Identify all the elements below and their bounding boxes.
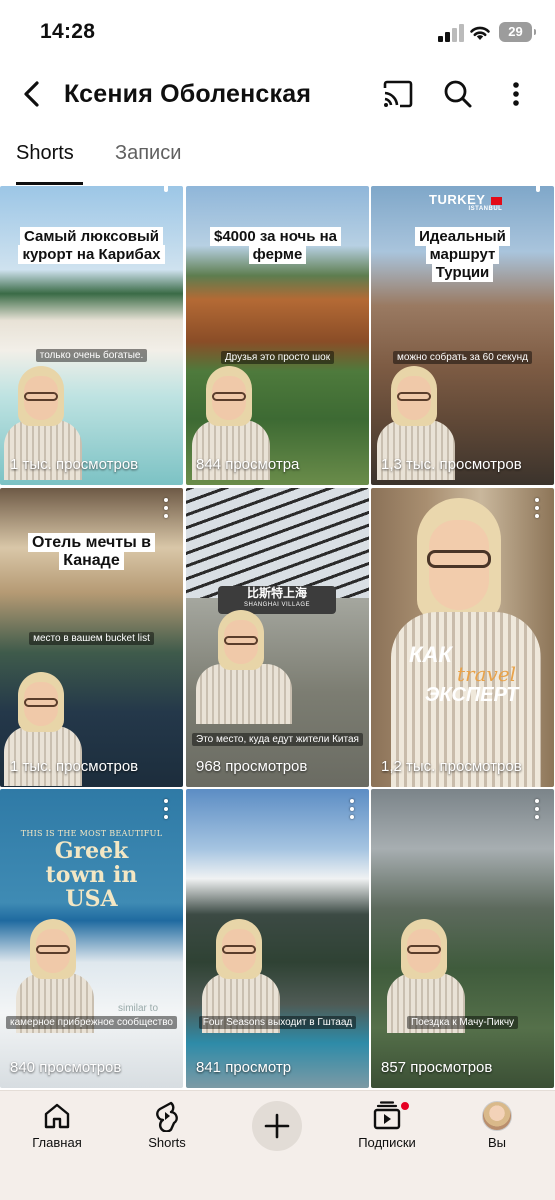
nav-home[interactable]: Главная	[12, 1099, 102, 1159]
overlay-text-kak: КАК	[409, 642, 452, 667]
avatar	[482, 1101, 512, 1131]
short-menu-button[interactable]	[164, 186, 168, 192]
short-card[interactable]: Отель мечты в Канаде место в вашем bucke…	[0, 488, 183, 787]
view-count: 1,3 тыс. просмотров	[381, 456, 522, 473]
notification-dot	[400, 1101, 410, 1111]
short-menu-button[interactable]	[343, 799, 361, 819]
nav-label: Вы	[487, 1135, 506, 1150]
cast-icon	[383, 80, 413, 108]
short-card[interactable]: 比斯特上海 SHANGHAI VILLAGE Это место, куда е…	[186, 488, 369, 787]
more-vertical-icon	[513, 82, 519, 106]
short-subtitle: можно собрать за 60 секунд	[371, 351, 554, 364]
greek-kicker: THIS IS THE MOST BEAUTIFUL	[20, 829, 163, 838]
view-count: 968 просмотров	[196, 758, 308, 775]
view-count: 857 просмотров	[381, 1059, 493, 1076]
back-button[interactable]	[14, 76, 50, 112]
add-icon	[264, 1113, 290, 1139]
view-count: 1 тыс. просмотров	[10, 456, 139, 473]
tab-shorts[interactable]: Shorts	[16, 142, 74, 165]
short-title: Идеальный маршрут Турции	[399, 227, 526, 282]
subscriptions-icon	[373, 1101, 401, 1130]
faint-overlay-text: similar to	[118, 1003, 159, 1014]
presenter-image	[16, 919, 108, 1033]
more-options-button[interactable]	[498, 76, 534, 112]
nav-shorts[interactable]: Shorts	[122, 1099, 212, 1159]
short-menu-button[interactable]	[528, 799, 546, 819]
search-button[interactable]	[440, 76, 476, 112]
short-card[interactable]: THIS IS THE MOST BEAUTIFUL Greek town in…	[0, 789, 183, 1088]
nav-you[interactable]: Вы	[452, 1099, 542, 1159]
create-button[interactable]	[252, 1101, 302, 1151]
view-count: 840 просмотров	[10, 1059, 122, 1076]
overlay-text-expert: ЭКСПЕРТ	[425, 684, 519, 706]
tab-posts[interactable]: Записи	[115, 142, 181, 165]
nav-label: Подписки	[358, 1135, 416, 1150]
presenter-image	[202, 919, 294, 1033]
view-count: 1 тыс. просмотров	[10, 758, 139, 775]
status-time: 14:28	[40, 20, 96, 43]
short-subtitle: только очень богатые.	[0, 349, 183, 362]
cellular-signal-icon	[438, 24, 464, 42]
short-title: Самый люксовый курорт на Карибах	[0, 227, 183, 264]
short-title: $4000 за ночь на ферме	[186, 227, 369, 264]
wifi-icon	[470, 26, 490, 40]
view-count: 841 просмотр	[196, 1059, 292, 1076]
short-menu-button[interactable]	[157, 799, 175, 819]
turkey-flag-icon	[491, 196, 503, 205]
shorts-icon	[156, 1101, 178, 1132]
view-count: 1,2 тыс. просмотров	[381, 758, 522, 775]
turkey-badge: TURKEY ISTANBUL	[429, 192, 503, 212]
short-card[interactable]: $4000 за ночь на ферме Друзья это просто…	[186, 186, 369, 485]
greek-headline: Greek town in USA	[45, 838, 138, 912]
short-card[interactable]: КАК travel ЭКСПЕРТ 1,2 тыс. просмотров	[371, 488, 554, 787]
short-card[interactable]: Самый люксовый курорт на Карибах только …	[0, 186, 183, 485]
short-subtitle: камерное прибрежное сообщество	[0, 1016, 183, 1029]
short-menu-button[interactable]	[157, 498, 175, 518]
channel-title: Ксения Оболенская	[64, 80, 312, 108]
nav-subscriptions[interactable]: Подписки	[342, 1099, 432, 1159]
bottom-navigation: Главная Shorts Подписки Вы	[0, 1090, 555, 1200]
short-menu-button[interactable]	[536, 186, 540, 192]
short-subtitle: Four Seasons выходит в Гштаад	[186, 1016, 369, 1029]
channel-header: Ксения Оболенская	[0, 62, 555, 128]
presenter-image	[387, 919, 479, 1033]
view-count: 844 просмотра	[196, 456, 300, 473]
channel-tabs: Shorts Записи	[0, 128, 555, 186]
back-arrow-icon	[24, 81, 39, 107]
short-subtitle: Друзья это просто шок	[186, 351, 369, 364]
short-card[interactable]: TURKEY ISTANBUL Идеальный маршрут Турции…	[371, 186, 554, 485]
short-card[interactable]: Four Seasons выходит в Гштаад 841 просмо…	[186, 789, 369, 1088]
short-card[interactable]: Поездка к Мачу-Пикчу 857 просмотров	[371, 789, 554, 1088]
short-subtitle: место в вашем bucket list	[0, 632, 183, 645]
cast-button[interactable]	[380, 76, 416, 112]
presenter-image	[196, 610, 296, 724]
nav-label: Главная	[32, 1135, 82, 1150]
nav-label: Shorts	[148, 1135, 186, 1150]
home-icon	[44, 1103, 70, 1129]
status-bar: 14:28 29	[0, 0, 555, 62]
short-subtitle: Поездка к Мачу-Пикчу	[371, 1016, 554, 1029]
active-tab-indicator	[16, 182, 83, 185]
short-subtitle: Это место, куда едут жители Китая	[186, 733, 369, 746]
overlay-text-travel: travel	[457, 662, 517, 686]
short-title: Отель мечты в Канаде	[14, 533, 169, 570]
battery-indicator: 29	[499, 22, 536, 42]
search-icon	[444, 80, 472, 108]
shorts-grid: Самый люксовый курорт на Карибах только …	[0, 186, 555, 1090]
